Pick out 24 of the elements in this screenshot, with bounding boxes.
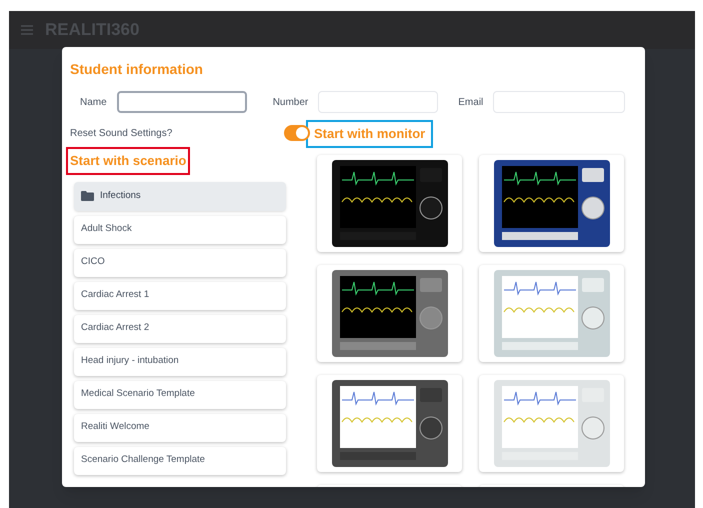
monitor-card[interactable]: [479, 154, 624, 252]
input-field[interactable]: [116, 91, 247, 113]
scenario-item[interactable]: Head injury - intubation: [74, 348, 286, 376]
section-heading: Start with monitor: [306, 120, 434, 148]
scenario-item[interactable]: Cardiac Arrest 2: [74, 314, 286, 342]
dialog-title: Student information: [70, 60, 204, 79]
section-heading: Start with scenario: [66, 147, 190, 174]
field-label: Name: [80, 96, 107, 110]
field-label: Number: [272, 96, 308, 110]
scenario-item[interactable]: Realiti Welcome: [74, 414, 286, 442]
scenario-item[interactable]: Cardiac Arrest 1: [74, 282, 286, 310]
monitor-card[interactable]: [317, 154, 462, 252]
monitor-card[interactable]: [317, 264, 462, 362]
field-label: Email: [458, 96, 484, 110]
toggle-label: Reset Sound Settings?: [70, 126, 172, 140]
toggle-switch[interactable]: [284, 125, 310, 141]
folder-icon: [81, 191, 94, 201]
scenario-item[interactable]: Adult Shock: [74, 216, 286, 244]
folder-item[interactable]: Infections: [74, 182, 286, 210]
monitor-card[interactable]: [317, 374, 462, 472]
scenario-item[interactable]: CICO: [74, 248, 286, 276]
scenario-item[interactable]: Scenario Challenge Template: [74, 446, 286, 474]
menu-icon[interactable]: [21, 25, 33, 35]
scenario-item[interactable]: Medical Scenario Template: [74, 380, 286, 408]
